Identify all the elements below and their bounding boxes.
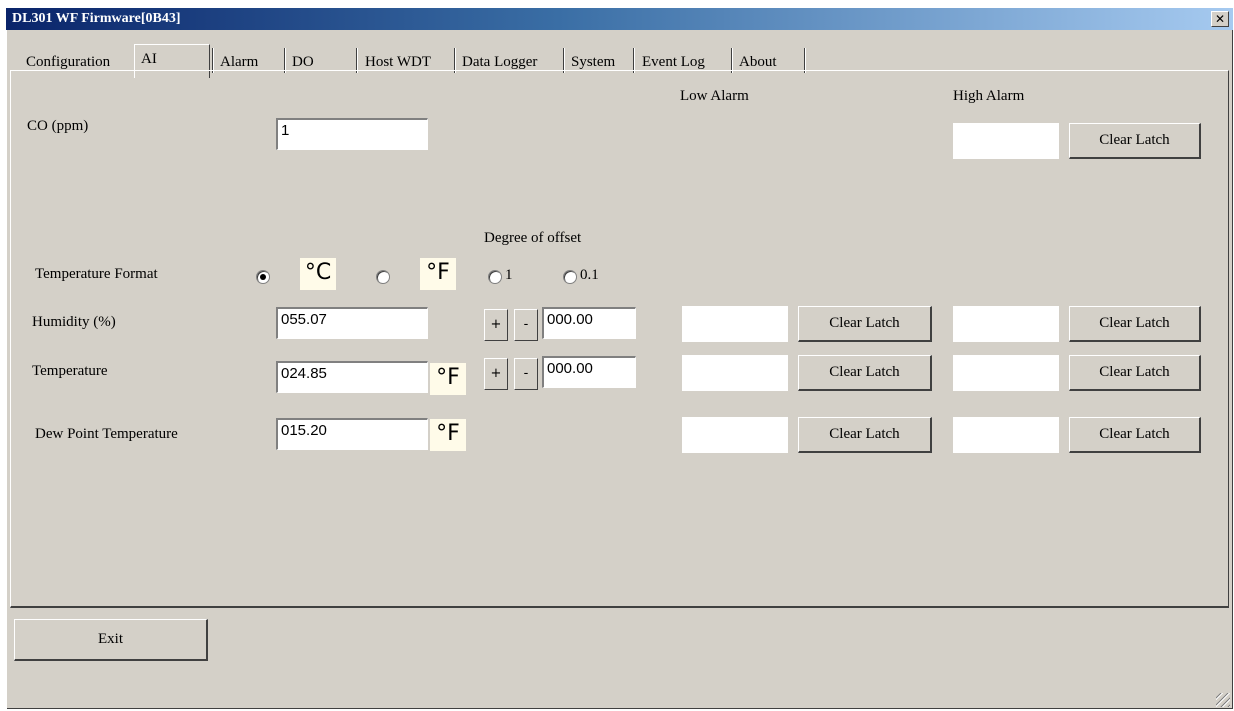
- resize-grip-icon[interactable]: [1216, 693, 1230, 707]
- humidity-offset-minus-button[interactable]: -: [514, 309, 538, 341]
- humidity-label: Humidity (%): [32, 314, 116, 330]
- humidity-low-alarm-field[interactable]: [682, 306, 788, 342]
- temperature-offset-field[interactable]: 000.00: [542, 356, 636, 388]
- offset-1-label: 1: [505, 267, 513, 283]
- humidity-offset-field[interactable]: 000.00: [542, 307, 636, 339]
- window-title: DL301 WF Firmware[0B43]: [12, 11, 181, 26]
- fahrenheit-radio[interactable]: [376, 270, 390, 284]
- temperature-unit: °F: [430, 363, 466, 395]
- temperature-format-label: Temperature Format: [35, 266, 158, 282]
- dew-point-low-alarm-field[interactable]: [682, 417, 788, 453]
- high-alarm-header: High Alarm: [953, 88, 1025, 104]
- humidity-high-clear-latch-button[interactable]: Clear Latch: [1069, 306, 1201, 342]
- dew-point-low-clear-latch-button[interactable]: Clear Latch: [798, 417, 932, 453]
- temperature-value-field[interactable]: 024.85: [276, 361, 428, 393]
- close-button[interactable]: ✕: [1211, 11, 1229, 27]
- dew-point-high-clear-latch-button[interactable]: Clear Latch: [1069, 417, 1201, 453]
- temperature-low-alarm-field[interactable]: [682, 355, 788, 391]
- humidity-offset-plus-button[interactable]: +: [484, 309, 508, 341]
- temperature-label: Temperature: [32, 363, 108, 379]
- co-high-clear-latch-button[interactable]: Clear Latch: [1069, 123, 1201, 159]
- low-alarm-header: Low Alarm: [680, 88, 749, 104]
- temperature-low-clear-latch-button[interactable]: Clear Latch: [798, 355, 932, 391]
- title-bar[interactable]: DL301 WF Firmware[0B43] ✕: [6, 8, 1233, 30]
- temperature-offset-minus-button[interactable]: -: [514, 358, 538, 390]
- co-label: CO (ppm): [27, 118, 89, 134]
- offset-1-radio[interactable]: [488, 270, 502, 284]
- humidity-high-alarm-field[interactable]: [953, 306, 1059, 342]
- dew-point-high-alarm-field[interactable]: [953, 417, 1059, 453]
- celsius-radio[interactable]: [256, 270, 270, 284]
- celsius-unit: °C: [300, 258, 336, 290]
- fahrenheit-unit: °F: [420, 258, 456, 290]
- co-value-field[interactable]: 1: [276, 118, 428, 150]
- temperature-high-alarm-field[interactable]: [953, 355, 1059, 391]
- exit-button[interactable]: Exit: [14, 619, 208, 661]
- co-high-alarm-field[interactable]: [953, 123, 1059, 159]
- dew-point-label: Dew Point Temperature: [35, 426, 178, 442]
- offset-0-1-label: 0.1: [580, 267, 599, 283]
- temperature-high-clear-latch-button[interactable]: Clear Latch: [1069, 355, 1201, 391]
- humidity-low-clear-latch-button[interactable]: Clear Latch: [798, 306, 932, 342]
- dew-point-unit: °F: [430, 419, 466, 451]
- offset-0-1-radio[interactable]: [563, 270, 577, 284]
- close-icon: ✕: [1214, 12, 1226, 26]
- degree-of-offset-label: Degree of offset: [484, 230, 582, 246]
- humidity-value-field[interactable]: 055.07: [276, 307, 428, 339]
- dew-point-value-field[interactable]: 015.20: [276, 418, 428, 450]
- temperature-offset-plus-button[interactable]: +: [484, 358, 508, 390]
